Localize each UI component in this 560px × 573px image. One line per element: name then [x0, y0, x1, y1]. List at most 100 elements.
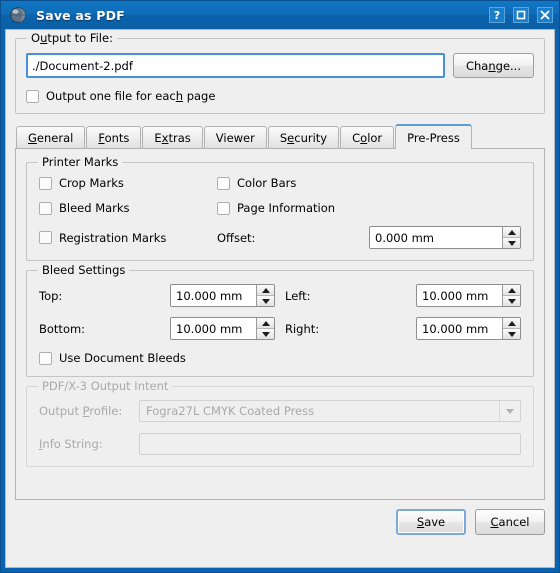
bleed-right-spinner-buttons [502, 318, 520, 339]
bleed-right-label: Right: [285, 321, 320, 336]
output-to-file-title: Output to File: [27, 32, 117, 44]
bleed-top-spinner-buttons [256, 285, 274, 306]
bleed-settings-group: Bleed Settings Top: 10.000 mm Left: 10.0… [26, 264, 534, 377]
globe-icon [9, 6, 27, 24]
dialog-body: Output to File: ./Document-2.pdf Cha n ge.… [5, 29, 555, 568]
svg-text:?: ? [493, 9, 499, 22]
arrow-up-icon [507, 287, 516, 293]
bleed-bottom-spinner-buttons [256, 318, 274, 339]
save-button[interactable]: Save [396, 509, 466, 535]
printer-marks-row-3: Registration Marks Offset: 0.000 mm [39, 226, 521, 249]
page-information-checkbox[interactable] [217, 201, 230, 215]
use-document-bleeds-row[interactable]: Use Document Bleeds [39, 351, 521, 365]
arrow-down-icon [507, 298, 516, 304]
offset-spinner-buttons [502, 227, 520, 248]
arrow-down-glyph [506, 408, 514, 414]
bleed-bottom-value[interactable]: 10.000 mm [171, 318, 256, 339]
bleed-left-spinner-up[interactable] [503, 285, 520, 295]
bleed-left-spinner[interactable]: 10.000 mm [416, 284, 521, 307]
arrow-down-icon [507, 240, 516, 246]
tab-strip: General Fonts Extras Viewer Security Col… [16, 123, 545, 149]
printer-marks-row-2: Bleed Marks Page Information [39, 201, 521, 215]
bleed-left-value[interactable]: 10.000 mm [417, 285, 502, 306]
close-button[interactable] [534, 5, 555, 26]
chevron-down-icon[interactable] [499, 401, 520, 421]
info-string-input[interactable] [139, 433, 521, 455]
output-profile-row: Output Profile: Fogra27L CMYK Coated Pre… [39, 400, 521, 422]
color-bars-row[interactable]: Color Bars [217, 176, 296, 190]
bleed-right-spinner[interactable]: 10.000 mm [416, 317, 521, 340]
arrow-up-icon [261, 320, 270, 326]
offset-spinner[interactable]: 0.000 mm [369, 226, 521, 249]
output-file-input[interactable]: ./Document-2.pdf [26, 53, 445, 78]
bleed-marks-row[interactable]: Bleed Marks [39, 201, 217, 215]
registration-marks-label: Registration Marks [59, 230, 167, 245]
bleed-right-spinner-down[interactable] [503, 328, 520, 339]
bleed-left-spinner-buttons [502, 285, 520, 306]
bleed-row-bottom-right: Bottom: 10.000 mm Right: 10.000 mm [39, 317, 521, 340]
use-document-bleeds-label: Use Document Bleeds [59, 351, 186, 365]
printer-marks-row-1: Crop Marks Color Bars [39, 176, 521, 190]
arrow-down-icon [507, 331, 516, 337]
color-bars-checkbox[interactable] [217, 176, 230, 190]
help-button[interactable]: ? [486, 5, 507, 26]
info-string-label: Info String: [39, 437, 103, 451]
registration-marks-row[interactable]: Registration Marks [39, 231, 217, 245]
crop-marks-checkbox[interactable] [39, 176, 52, 190]
pre-press-panel: Printer Marks Crop Marks Color Bars Blee… [15, 148, 545, 500]
maximize-button[interactable] [510, 5, 531, 26]
tab-extras[interactable]: Extras [142, 126, 203, 148]
offset-spinner-up[interactable] [503, 227, 520, 237]
window-title: Save as PDF [36, 7, 125, 23]
bleed-settings-title: Bleed Settings [38, 264, 130, 276]
window-controls: ? [486, 5, 555, 26]
bleed-top-spinner[interactable]: 10.000 mm [170, 284, 275, 307]
output-each-page-checkbox-row[interactable]: Output one file for each page [26, 89, 534, 103]
bleed-right-value[interactable]: 10.000 mm [417, 318, 502, 339]
tab-security[interactable]: Security [267, 126, 340, 148]
output-each-page-label: Output one file for each page [46, 89, 216, 103]
output-each-page-checkbox[interactable] [26, 89, 39, 103]
arrow-up-icon [261, 287, 270, 293]
offset-value[interactable]: 0.000 mm [370, 227, 502, 248]
bleed-top-spinner-up[interactable] [257, 285, 274, 295]
tab-general[interactable]: General [16, 126, 86, 148]
cancel-button[interactable]: Cancel [475, 509, 545, 535]
tab-pre-press[interactable]: Pre-Press [395, 124, 472, 149]
offset-label: Offset: [217, 230, 256, 245]
tab-fonts[interactable]: Fonts [86, 126, 142, 148]
info-string-row: Info String: [39, 433, 521, 455]
bleed-bottom-spinner[interactable]: 10.000 mm [170, 317, 275, 340]
title-bar[interactable]: Save as PDF ? [1, 1, 559, 29]
dialog-footer: Save Cancel [15, 500, 545, 535]
save-as-pdf-dialog: Save as PDF ? Output to File: ./Document… [0, 0, 560, 573]
arrow-up-icon [507, 229, 516, 235]
bleed-left-spinner-down[interactable] [503, 295, 520, 306]
bleed-bottom-label: Bottom: [39, 321, 86, 336]
bleed-bottom-spinner-up[interactable] [257, 318, 274, 328]
output-intent-group: PDF/X-3 Output Intent Output Profile: Fo… [26, 380, 534, 467]
bleed-top-spinner-down[interactable] [257, 295, 274, 306]
use-document-bleeds-checkbox[interactable] [39, 351, 52, 365]
bleed-top-label: Top: [39, 288, 63, 303]
bleed-row-top-left: Top: 10.000 mm Left: 10.000 mm [39, 284, 521, 307]
tab-color[interactable]: Color [340, 126, 395, 148]
page-information-row[interactable]: Page Information [217, 201, 335, 215]
tab-viewer[interactable]: Viewer [203, 126, 267, 148]
page-information-label: Page Information [237, 201, 336, 215]
registration-marks-checkbox[interactable] [39, 231, 52, 244]
output-profile-combo[interactable]: Fogra27L CMYK Coated Press [139, 400, 521, 422]
crop-marks-row[interactable]: Crop Marks [39, 176, 217, 190]
arrow-down-icon [261, 298, 270, 304]
bleed-top-value[interactable]: 10.000 mm [171, 285, 256, 306]
bleed-marks-checkbox[interactable] [39, 201, 52, 215]
bleed-bottom-spinner-down[interactable] [257, 328, 274, 339]
color-bars-label: Color Bars [237, 176, 297, 190]
offset-spinner-down[interactable] [503, 237, 520, 248]
change-button[interactable]: Cha n ge... [452, 53, 534, 78]
output-intent-title: PDF/X-3 Output Intent [38, 380, 173, 392]
printer-marks-title: Printer Marks [38, 156, 123, 168]
bleed-right-spinner-up[interactable] [503, 318, 520, 328]
output-to-file-group: Output to File: ./Document-2.pdf Cha n ge.… [15, 32, 545, 114]
arrow-up-icon [507, 320, 516, 326]
